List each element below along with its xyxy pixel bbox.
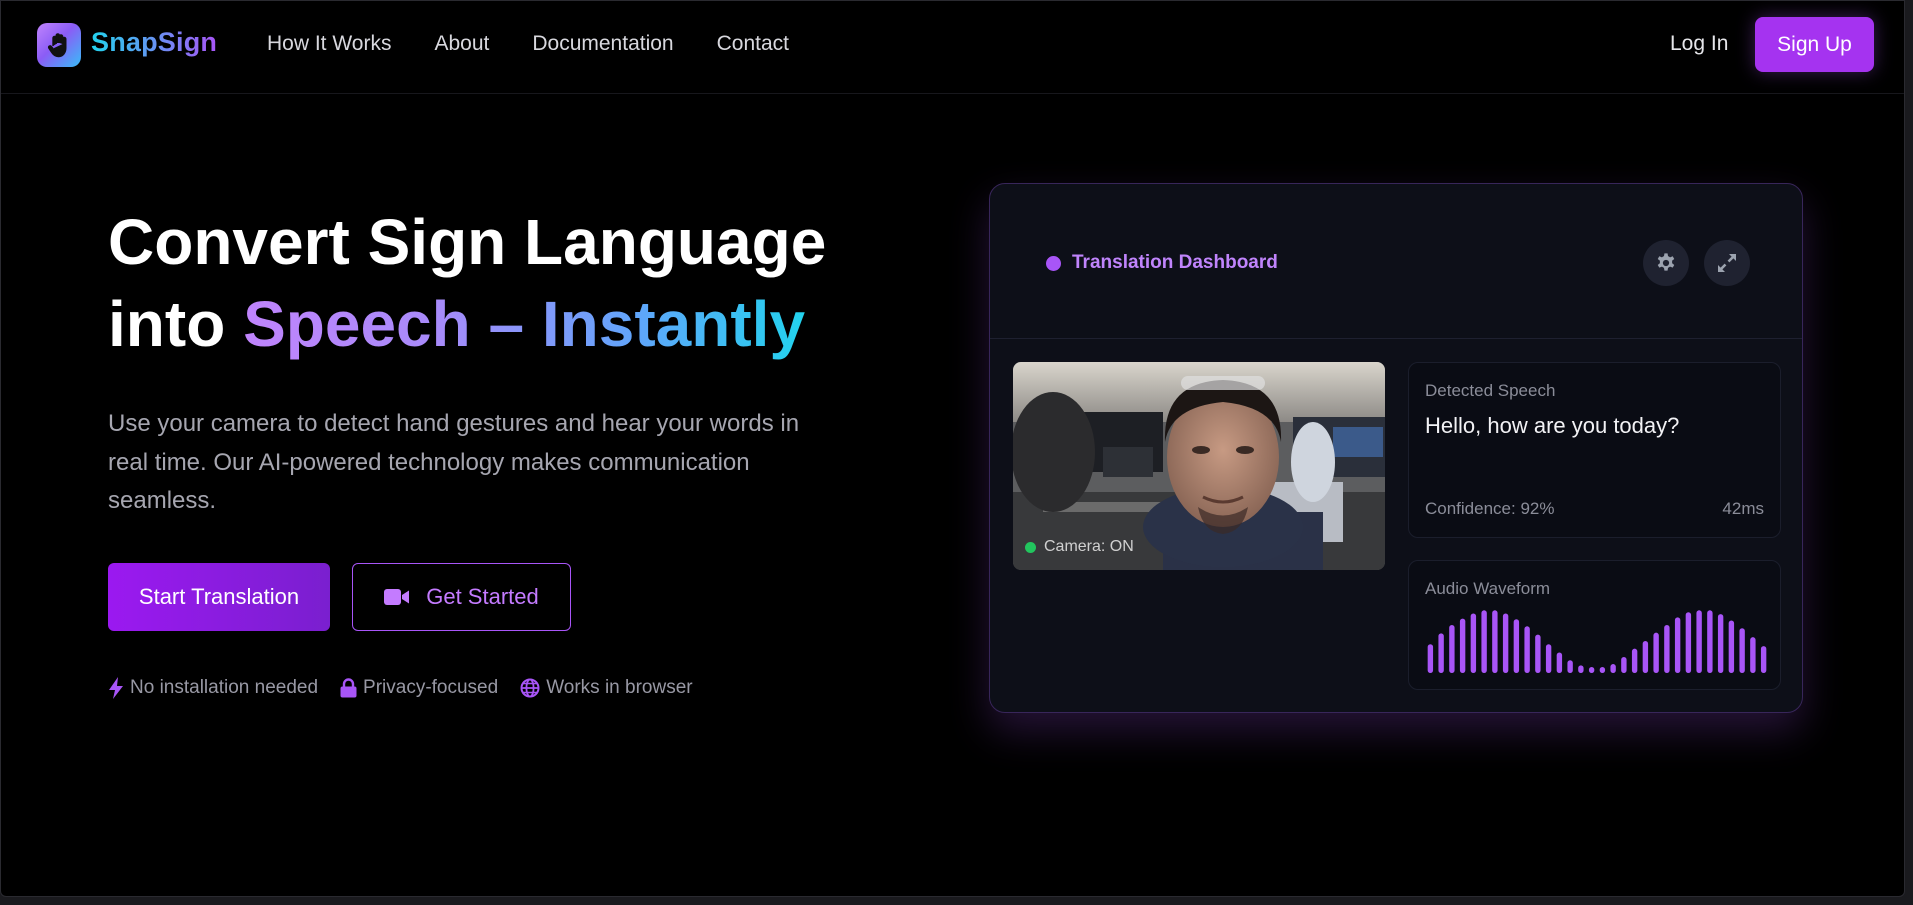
waveform-bar <box>1653 632 1659 673</box>
waveform-bar <box>1535 634 1541 673</box>
waveform-bar <box>1610 664 1616 673</box>
waveform-bar <box>1707 610 1713 673</box>
waveform-bar <box>1427 644 1434 673</box>
get-started-button[interactable]: Get Started <box>352 563 571 631</box>
waveform-bar <box>1524 626 1530 673</box>
hero-title-line2: into Speech – Instantly <box>108 283 826 365</box>
audio-waveform-label: Audio Waveform <box>1425 579 1551 598</box>
waveform-bar <box>1492 610 1498 673</box>
waveform-bar <box>1481 610 1487 673</box>
waveform-bar <box>1578 665 1584 673</box>
feature-label: No installation needed <box>130 677 319 698</box>
globe-icon <box>520 678 540 698</box>
hero-title: Convert Sign Language into Speech – Inst… <box>108 201 826 365</box>
bolt-icon <box>109 677 123 699</box>
audio-waveform-panel: Audio Waveform <box>1408 560 1781 690</box>
translation-dashboard-card: Translation Dashboard Camera: ON Detecte… <box>989 183 1803 713</box>
waveform-bar <box>1470 613 1477 673</box>
gear-icon <box>1657 253 1675 271</box>
feature-label: Privacy-focused <box>363 677 499 698</box>
feature-privacy: Privacy-focused <box>340 677 498 699</box>
signup-button[interactable]: Sign Up <box>1755 17 1874 72</box>
hero-title-line1: Convert Sign Language <box>108 206 827 278</box>
camera-feed: Camera: ON <box>1013 362 1385 570</box>
camera-status-label: Camera: ON <box>1044 538 1134 555</box>
feature-no-install: No installation needed <box>108 677 318 699</box>
waveform-bar <box>1739 628 1745 673</box>
video-camera-icon <box>384 589 410 605</box>
waveform-bar <box>1513 619 1520 673</box>
waveform-bar <box>1459 618 1466 673</box>
latency-value: 42ms <box>1722 499 1764 518</box>
waveform-bar <box>1664 625 1670 673</box>
feature-label: Works in browser <box>546 677 693 698</box>
confidence-value: Confidence: 92% <box>1425 499 1555 518</box>
nav-link-documentation[interactable]: Documentation <box>532 32 673 56</box>
login-link[interactable]: Log In <box>1670 32 1728 56</box>
logo-badge[interactable] <box>37 23 81 67</box>
waveform-bar <box>1642 641 1649 673</box>
start-translation-button[interactable]: Start Translation <box>108 563 330 631</box>
fullscreen-button[interactable] <box>1704 240 1750 286</box>
feature-browser: Works in browser <box>520 677 693 699</box>
waveform-bar <box>1545 644 1552 673</box>
waveform-bar <box>1588 667 1595 673</box>
camera-status-dot <box>1025 541 1036 553</box>
detected-speech-label: Detected Speech <box>1425 381 1556 400</box>
dashboard-header: Translation Dashboard <box>990 184 1802 339</box>
waveform-bar <box>1696 610 1702 673</box>
hero-title-plain: into <box>108 288 244 360</box>
lock-icon <box>340 678 357 698</box>
brand-name[interactable]: SnapSign <box>91 27 217 58</box>
waveform-bar <box>1631 648 1638 673</box>
waveform-bar <box>1502 613 1509 673</box>
waveform-bar <box>1449 625 1455 673</box>
waveform-bar <box>1599 667 1606 673</box>
get-started-label: Get Started <box>426 584 539 609</box>
waveform-bar <box>1438 633 1444 673</box>
settings-button[interactable] <box>1643 240 1689 286</box>
hero-title-highlight: Speech – Instantly <box>243 288 806 360</box>
audio-waveform <box>1427 610 1767 673</box>
feature-list: No installation needed Privacy-focused W… <box>108 677 715 699</box>
waveform-bar <box>1717 614 1724 673</box>
waveform-bar <box>1621 657 1627 673</box>
waveform-bar <box>1556 652 1563 673</box>
nav-link-how-it-works[interactable]: How It Works <box>267 32 391 56</box>
waveform-bar <box>1567 660 1573 673</box>
waveform-bar <box>1760 646 1767 673</box>
hero-description: Use your camera to detect hand gestures … <box>108 410 800 514</box>
detected-speech-text: Hello, how are you today? <box>1425 413 1680 438</box>
hand-icon <box>47 33 67 58</box>
expand-icon <box>1718 254 1736 272</box>
waveform-bar <box>1674 617 1681 673</box>
waveform-bar <box>1750 637 1756 673</box>
nav-link-about[interactable]: About <box>434 32 489 56</box>
top-navbar: SnapSign How It Works About Documentatio… <box>1 1 1904 94</box>
detected-speech-panel: Detected Speech Hello, how are you today… <box>1408 362 1781 538</box>
waveform-bar <box>1685 612 1692 673</box>
app-window: SnapSign How It Works About Documentatio… <box>0 0 1905 897</box>
nav-links: How It Works About Documentation Contact <box>267 32 832 56</box>
dashboard-title: Translation Dashboard <box>1072 252 1278 273</box>
waveform-bar <box>1728 620 1735 673</box>
status-dot <box>1046 256 1061 271</box>
camera-status: Camera: ON <box>1025 538 1134 556</box>
nav-link-contact[interactable]: Contact <box>717 32 789 56</box>
